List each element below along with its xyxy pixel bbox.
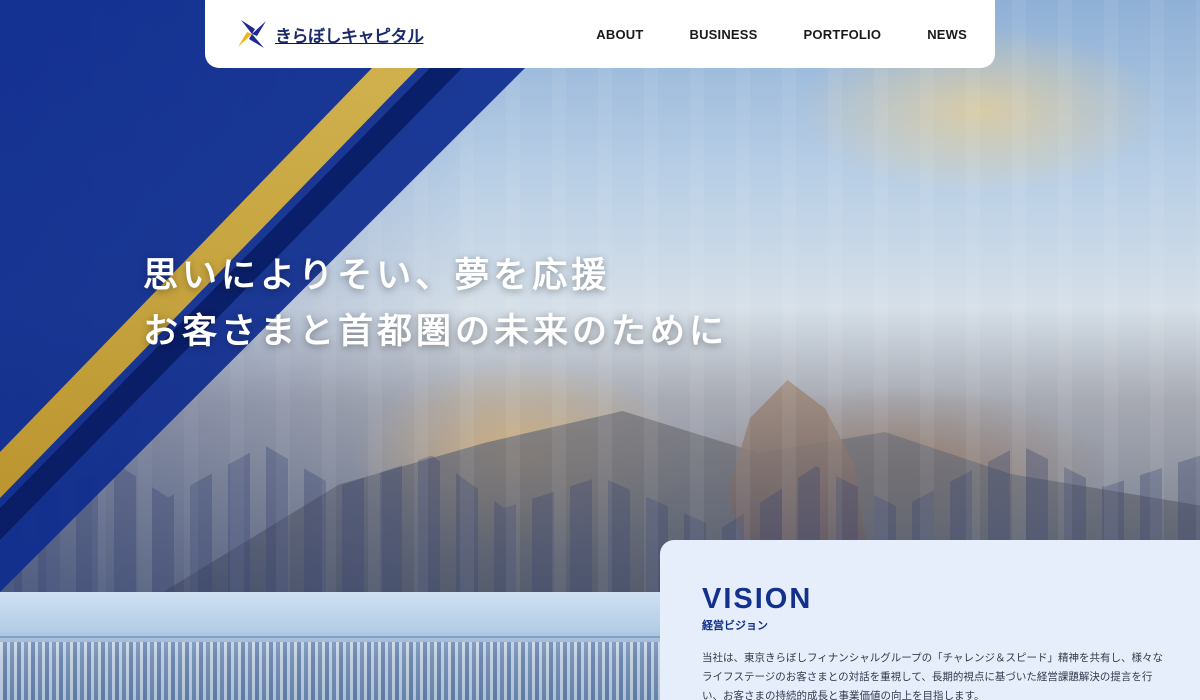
vision-panel: VISION 経営ビジョン 当社は、東京きらぼしフィナンシャルグループの「チャレ… xyxy=(660,540,1200,700)
nav-about[interactable]: ABOUT xyxy=(596,27,643,42)
hero-tagline: 思いによりそい、夢を応援 お客さまと首都圏の未来のために xyxy=(143,248,728,360)
logo-text: きらぼしキャピタル xyxy=(275,26,424,47)
main-nav: ABOUT BUSINESS PORTFOLIO NEWS xyxy=(596,27,967,42)
nav-business[interactable]: BUSINESS xyxy=(689,27,757,42)
kiraboshi-star-icon xyxy=(235,17,269,51)
vision-subtitle: 経営ビジョン xyxy=(702,619,768,632)
site-header: きらぼしキャピタル ABOUT BUSINESS PORTFOLIO NEWS xyxy=(205,0,995,68)
vision-title: VISION xyxy=(702,583,813,615)
vision-body: 当社は、東京きらぼしフィナンシャルグループの「チャレンジ＆スピード」精神を共有し… xyxy=(702,652,1164,700)
nav-portfolio[interactable]: PORTFOLIO xyxy=(804,27,882,42)
horizon-line xyxy=(0,636,660,638)
cityscape-photo xyxy=(0,592,660,700)
logo-link[interactable]: きらぼしキャピタル xyxy=(235,17,424,51)
nav-news[interactable]: NEWS xyxy=(927,27,967,42)
hero-tagline-line1: 思いによりそい、夢を応援 xyxy=(143,256,611,296)
hero-tagline-line2: お客さまと首都圏の未来のために xyxy=(143,312,729,352)
city-buildings xyxy=(0,642,660,700)
